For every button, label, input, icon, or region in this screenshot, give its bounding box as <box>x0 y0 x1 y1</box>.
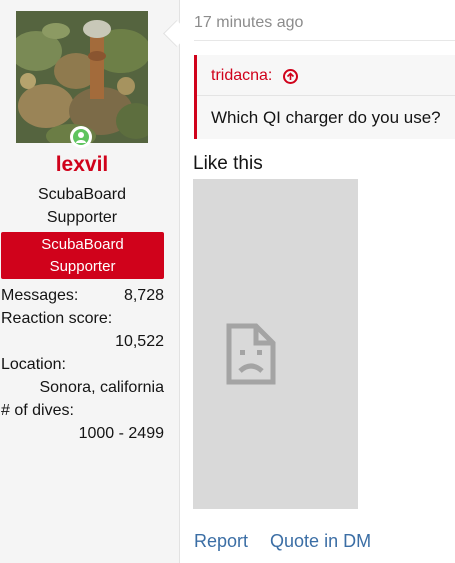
post-body-text: Like this <box>193 153 263 174</box>
stat-value: 1000 - 2499 <box>78 425 164 442</box>
stat-label: # of dives: <box>1 402 74 419</box>
stat-messages: Messages: 8,728 <box>1 287 164 310</box>
stat-dives: # of dives: 1000 - 2499 <box>1 402 164 448</box>
user-title-line2: Supporter <box>46 209 118 226</box>
user-title: ScubaBoard Supporter <box>0 183 164 229</box>
stat-value[interactable]: 8,728 <box>124 287 164 305</box>
quote-block: tridacna: Which QI charger do you use? <box>194 55 455 139</box>
avatar[interactable] <box>16 11 148 143</box>
post-actions: Report Quote in DM <box>194 531 371 552</box>
quote-header[interactable]: tridacna: <box>211 67 298 85</box>
report-link[interactable]: Report <box>194 531 248 551</box>
quote-divider <box>197 95 455 96</box>
user-banner-line2: Supporter <box>49 258 116 275</box>
stat-value[interactable]: Sonora, california <box>39 379 164 397</box>
user-title-line1: ScubaBoard <box>37 186 127 203</box>
arrow-up-circle-icon[interactable] <box>282 69 298 84</box>
stat-label: Reaction score: <box>1 310 113 327</box>
quote-text: Which QI charger do you use? <box>211 108 441 127</box>
user-info-sidebar: lexvil ScubaBoard Supporter ScubaBoard S… <box>0 0 180 563</box>
stat-label: Messages: <box>1 287 79 304</box>
quote-in-dm-link[interactable]: Quote in DM <box>270 531 371 551</box>
divider <box>194 40 455 41</box>
user-stats: Messages: 8,728 Reaction score: 10,522 L… <box>1 287 164 448</box>
stat-value: 10,522 <box>115 333 164 350</box>
stat-reaction-score: Reaction score: 10,522 <box>1 310 164 356</box>
user-online-icon <box>70 126 92 148</box>
stat-location: Location: Sonora, california <box>1 356 164 402</box>
username-link[interactable]: lexvil <box>0 153 164 177</box>
quote-author[interactable]: tridacna: <box>211 67 272 84</box>
post-timestamp[interactable]: 17 minutes ago <box>194 14 303 32</box>
user-banner: ScubaBoard Supporter <box>1 232 164 279</box>
broken-image-icon <box>226 323 276 385</box>
embedded-image[interactable] <box>193 179 358 509</box>
stat-label: Location: <box>1 356 66 373</box>
user-banner-line1: ScubaBoard <box>41 236 124 253</box>
